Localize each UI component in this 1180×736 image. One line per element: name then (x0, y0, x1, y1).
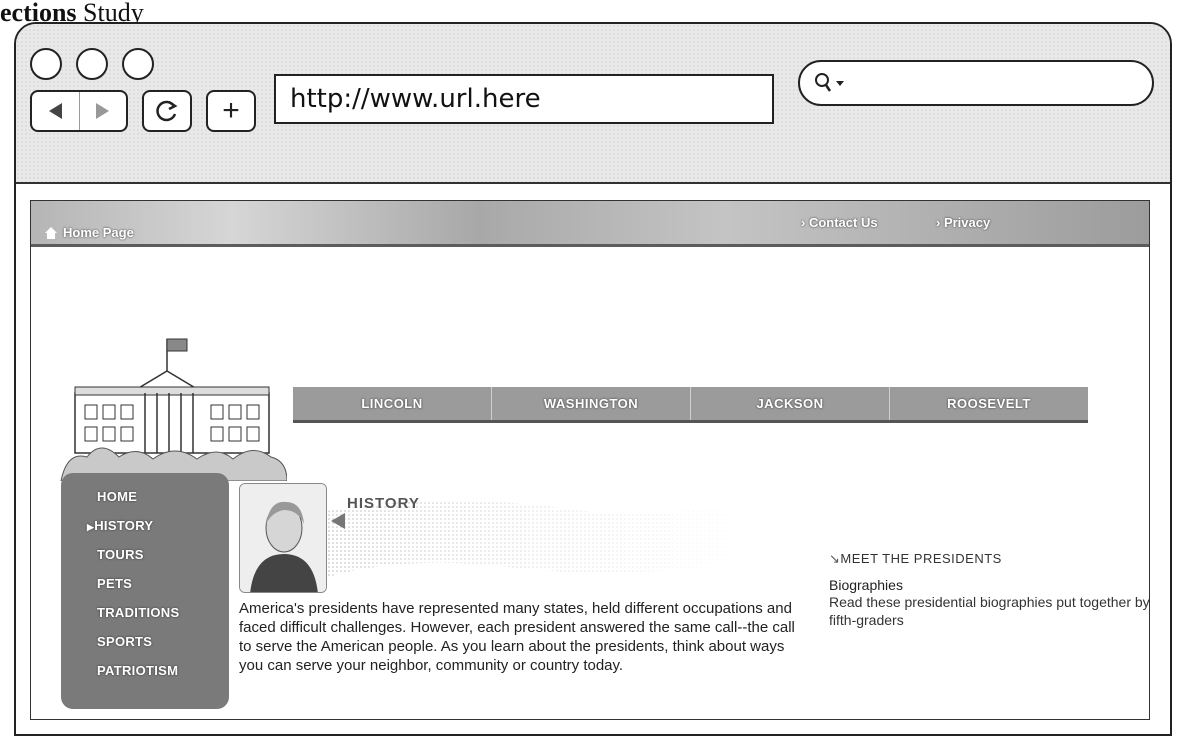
back-arrow-icon (48, 103, 62, 119)
forward-button[interactable] (79, 92, 126, 130)
chevron-down-icon (836, 81, 844, 86)
biographies-description: Read these presidential biographies put … (829, 594, 1150, 628)
sidebar-item-history[interactable]: HISTORY (87, 518, 229, 533)
window-button-minimize[interactable] (76, 48, 108, 80)
sidebar-item-patriotism[interactable]: PATRIOTISM (97, 663, 229, 678)
sidebar-item-sports[interactable]: SPORTS (97, 634, 229, 649)
president-tabs: LINCOLN WASHINGTON JACKSON ROOSEVELT (293, 387, 1088, 423)
reload-button[interactable] (142, 90, 192, 132)
president-portrait (239, 483, 327, 593)
forward-arrow-icon (96, 103, 110, 119)
browser-toolbar: + http://www.url.here (16, 24, 1170, 184)
white-house-illustration (60, 338, 287, 481)
intro-paragraph: America's presidents have represented ma… (239, 600, 795, 674)
address-bar[interactable]: http://www.url.here (274, 74, 774, 124)
new-tab-button[interactable]: + (206, 90, 256, 132)
tab-jackson[interactable]: JACKSON (691, 387, 890, 420)
sidebar-item-tours[interactable]: TOURS (97, 547, 229, 562)
tab-lincoln[interactable]: LINCOLN (293, 387, 492, 420)
sidebar-nav: HOME HISTORY TOURS PETS TRADITIONS SPORT… (61, 473, 229, 709)
back-forward-buttons (30, 90, 128, 132)
privacy-link[interactable]: › Privacy (936, 215, 990, 230)
tab-washington[interactable]: WASHINGTON (492, 387, 691, 420)
meet-presidents-section: MEET THE PRESIDENTS Biographies Read the… (829, 551, 1150, 629)
sidebar-item-home[interactable]: HOME (97, 489, 229, 504)
biographies-link[interactable]: Biographies (829, 577, 1149, 593)
meet-presidents-heading[interactable]: MEET THE PRESIDENTS (829, 551, 1149, 567)
window-button-close[interactable] (30, 48, 62, 80)
portrait-illustration (240, 484, 326, 592)
section-title: HISTORY (347, 495, 420, 512)
tab-roosevelt[interactable]: ROOSEVELT (890, 387, 1088, 420)
site-header: Home Page › Contact Us › Privacy (31, 201, 1149, 247)
url-text: http://www.url.here (290, 84, 541, 114)
contact-us-link[interactable]: › Contact Us (801, 215, 878, 230)
search-icon (815, 73, 832, 92)
sidebar-item-traditions[interactable]: TRADITIONS (97, 605, 229, 620)
sidebar-item-pets[interactable]: PETS (97, 576, 229, 591)
reload-icon (156, 100, 178, 122)
home-page-label: Home Page (63, 225, 134, 240)
window-button-zoom[interactable] (122, 48, 154, 80)
home-icon (45, 226, 57, 239)
website-content: Home Page › Contact Us › Privacy LINCOLN… (30, 200, 1150, 720)
browser-window: + http://www.url.here Home Page › Contac… (14, 22, 1172, 736)
search-input[interactable] (798, 60, 1154, 106)
home-page-link[interactable]: Home Page (45, 225, 134, 240)
back-button[interactable] (32, 92, 79, 130)
